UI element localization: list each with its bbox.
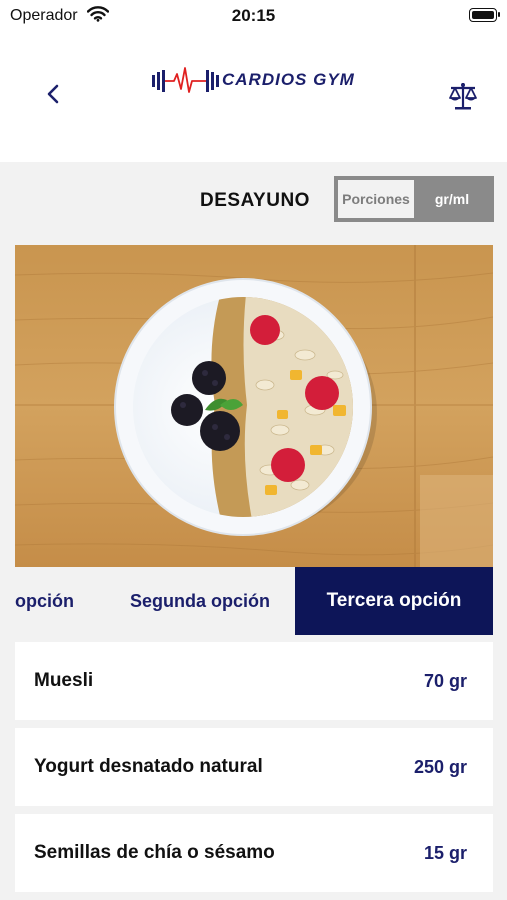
toggle-porciones[interactable]: Porciones <box>338 180 414 218</box>
toggle-gr-ml[interactable]: gr/ml <box>414 180 490 218</box>
ingredient-row: Muesli 70 gr <box>15 642 493 720</box>
meal-photo <box>15 245 493 567</box>
ingredient-qty: 15 gr <box>423 842 467 863</box>
tab-primera-opcion[interactable]: opción <box>15 567 85 635</box>
nav-bar: CARDIOS GYM <box>0 34 507 162</box>
ingredient-row: Yogurt desnatado natural 250 gr <box>15 728 493 806</box>
tab-segunda-opcion[interactable]: Segunda opción <box>115 567 285 635</box>
meal-title: DESAYUNO <box>200 190 310 211</box>
tab-tercera-opcion[interactable]: Tercera opción <box>295 567 493 635</box>
ingredient-name: Yogurt desnatado natural <box>34 756 263 777</box>
brand-logo: CARDIOS GYM <box>150 66 356 96</box>
status-bar: Operador 20:15 <box>0 0 507 34</box>
dumbbell-pulse-icon <box>152 67 219 93</box>
ingredient-qty: 250 gr <box>413 756 467 777</box>
ingredient-name: Muesli <box>34 670 94 691</box>
chevron-left-icon[interactable] <box>40 80 68 108</box>
option-tabs: opción Segunda opción Tercera opción <box>15 567 493 635</box>
balance-scale-icon[interactable] <box>447 80 479 112</box>
unit-toggle: Porciones gr/ml <box>334 176 494 222</box>
ingredient-name: Semillas de chía o sésamo <box>34 842 275 863</box>
brand-name: CARDIOS GYM <box>222 70 355 89</box>
ingredient-row: Semillas de chía o sésamo 15 gr <box>15 814 493 892</box>
battery-icon <box>469 8 500 22</box>
clock: 20:15 <box>231 6 276 25</box>
ingredient-qty: 70 gr <box>423 670 467 691</box>
